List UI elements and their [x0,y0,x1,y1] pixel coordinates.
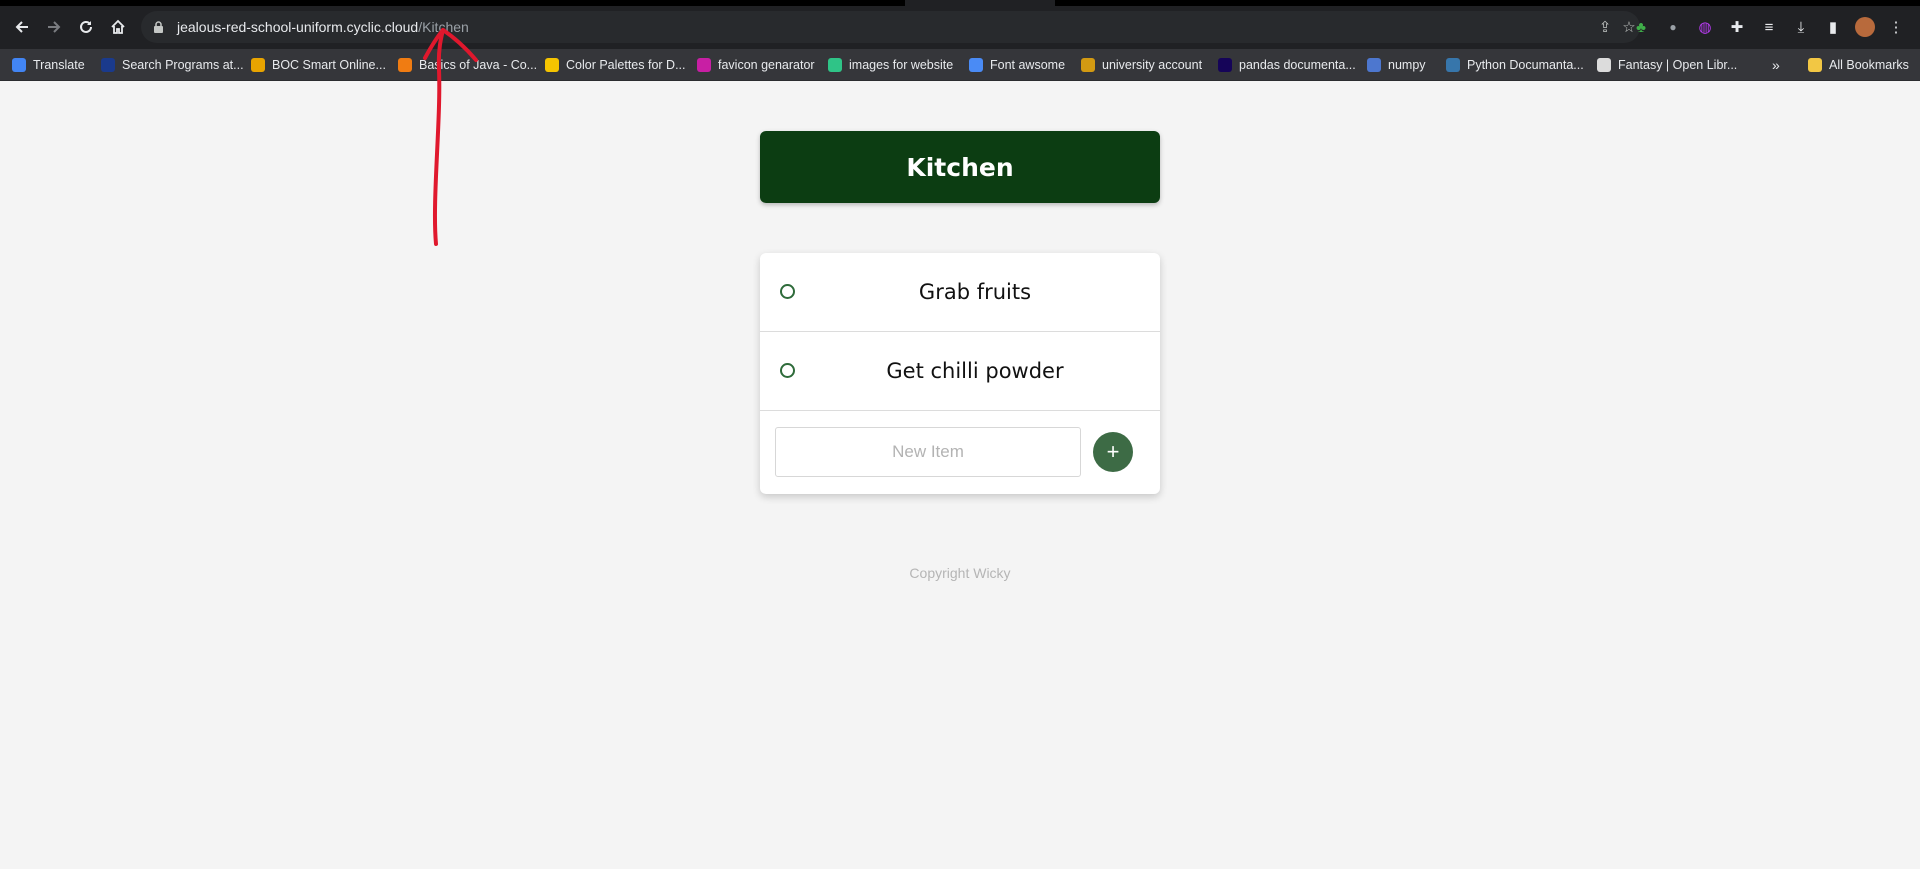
todo-list-card: Grab fruits Get chilli powder + [760,253,1160,494]
address-bar[interactable]: jealous-red-school-uniform.cyclic.cloud/… [141,11,1640,43]
bookmark-item[interactable]: Search Programs at... [101,55,244,75]
page-title: Kitchen [906,152,1014,182]
add-item-button[interactable]: + [1093,432,1133,472]
bookmark-label: university account [1102,58,1203,72]
bookmark-label: Python Documanta... [1467,58,1584,72]
site-icon [545,58,559,72]
bookmark-label: images for website [849,58,954,72]
site-icon [101,58,115,72]
site-icon [1081,58,1095,72]
arrow-right-icon [48,21,61,33]
site-icon [1218,58,1232,72]
browser-toolbar: jealous-red-school-uniform.cyclic.cloud/… [0,0,1920,55]
bookmark-item[interactable]: Font awsome [969,55,1065,75]
python-icon [1446,58,1460,72]
bookmark-label: BOC Smart Online... [272,58,386,72]
back-button[interactable] [8,13,36,41]
plus-icon: + [1106,439,1120,464]
item-text: Grab fruits [918,280,1032,304]
share-icon[interactable]: ⇪ [1596,18,1614,36]
bookmark-label: Fantasy | Open Libr... [1618,58,1738,72]
bookmark-item[interactable]: pandas documenta... [1218,55,1356,75]
bookmark-item[interactable]: Fantasy | Open Libr... [1597,55,1737,75]
forward-button[interactable] [40,13,68,41]
bookmark-label: Basics of Java - Co... [419,58,538,72]
download-icon[interactable]: ⤓ [1790,16,1812,38]
bookmark-label: Search Programs at... [122,58,244,72]
bookmark-item[interactable]: Python Documanta... [1446,55,1584,75]
reload-button[interactable] [72,13,100,41]
home-button[interactable] [104,13,132,41]
puzzle-extensions-icon[interactable]: ✚ [1726,16,1748,38]
bookmark-item[interactable]: BOC Smart Online... [251,55,386,75]
bookmark-item[interactable]: Translate [12,55,85,75]
translate-icon [12,58,26,72]
bookmark-label: Color Palettes for D... [566,58,686,72]
tab-strip-edge [0,0,905,6]
tree-extension-icon[interactable]: ♣ [1630,16,1652,38]
url-host: jealous-red-school-uniform.cyclic.cloud [177,19,419,35]
bookmark-label: favicon genarator [718,58,815,72]
item-checkbox[interactable] [780,363,795,378]
flag-icon [969,58,983,72]
site-icon [1597,58,1611,72]
bookmark-label: Translate [33,58,85,72]
avatar[interactable] [1854,16,1876,38]
new-item-input[interactable] [775,427,1081,477]
site-icon [828,58,842,72]
more-menu-icon[interactable]: ⋮ [1885,16,1907,38]
bookmark-label: All Bookmarks [1829,58,1909,72]
bookmark-item[interactable]: images for website [828,55,953,75]
double-chevron-icon: » [1772,57,1780,73]
home-icon [111,19,125,34]
footer-copyright: Copyright Wicky [909,565,1011,581]
site-icon [251,58,265,72]
bookmark-label: Font awsome [990,58,1066,72]
bookmark-label: numpy [1388,58,1426,72]
list-item: Get chilli powder [760,332,1160,411]
url-text: jealous-red-school-uniform.cyclic.cloud/… [177,19,469,35]
tab-strip-edge [1055,0,1920,6]
bookmarks-bar: Translate Search Programs at... BOC Smar… [0,49,1920,81]
bookmark-item[interactable]: Basics of Java - Co... [398,55,537,75]
reading-list-icon[interactable]: ≡ [1758,16,1780,38]
item-text: Get chilli powder [886,359,1064,383]
globe-extension-icon[interactable]: ◍ [1694,16,1716,38]
site-icon [697,58,711,72]
bookmark-item[interactable]: Color Palettes for D... [545,55,686,75]
folder-icon [1808,58,1822,72]
reload-icon [80,20,92,33]
more-bookmarks-button[interactable]: » [1772,55,1780,75]
side-panel-icon[interactable]: ▮ [1822,16,1844,38]
bookmark-label: pandas documenta... [1239,58,1356,72]
cube-icon [1367,58,1381,72]
site-icon [398,58,412,72]
arrow-left-icon [15,21,28,33]
all-bookmarks-button[interactable]: All Bookmarks [1808,55,1909,75]
bookmark-item[interactable]: numpy [1367,55,1426,75]
bookmark-item[interactable]: favicon genarator [697,55,815,75]
list-item: Grab fruits [760,253,1160,332]
list-title-box: Kitchen [760,131,1160,203]
lock-icon [151,20,165,34]
bookmark-item[interactable]: university account [1081,55,1202,75]
item-checkbox[interactable] [780,284,795,299]
url-path: /Kitchen [418,19,469,35]
extension-icon[interactable]: ● [1662,16,1684,38]
